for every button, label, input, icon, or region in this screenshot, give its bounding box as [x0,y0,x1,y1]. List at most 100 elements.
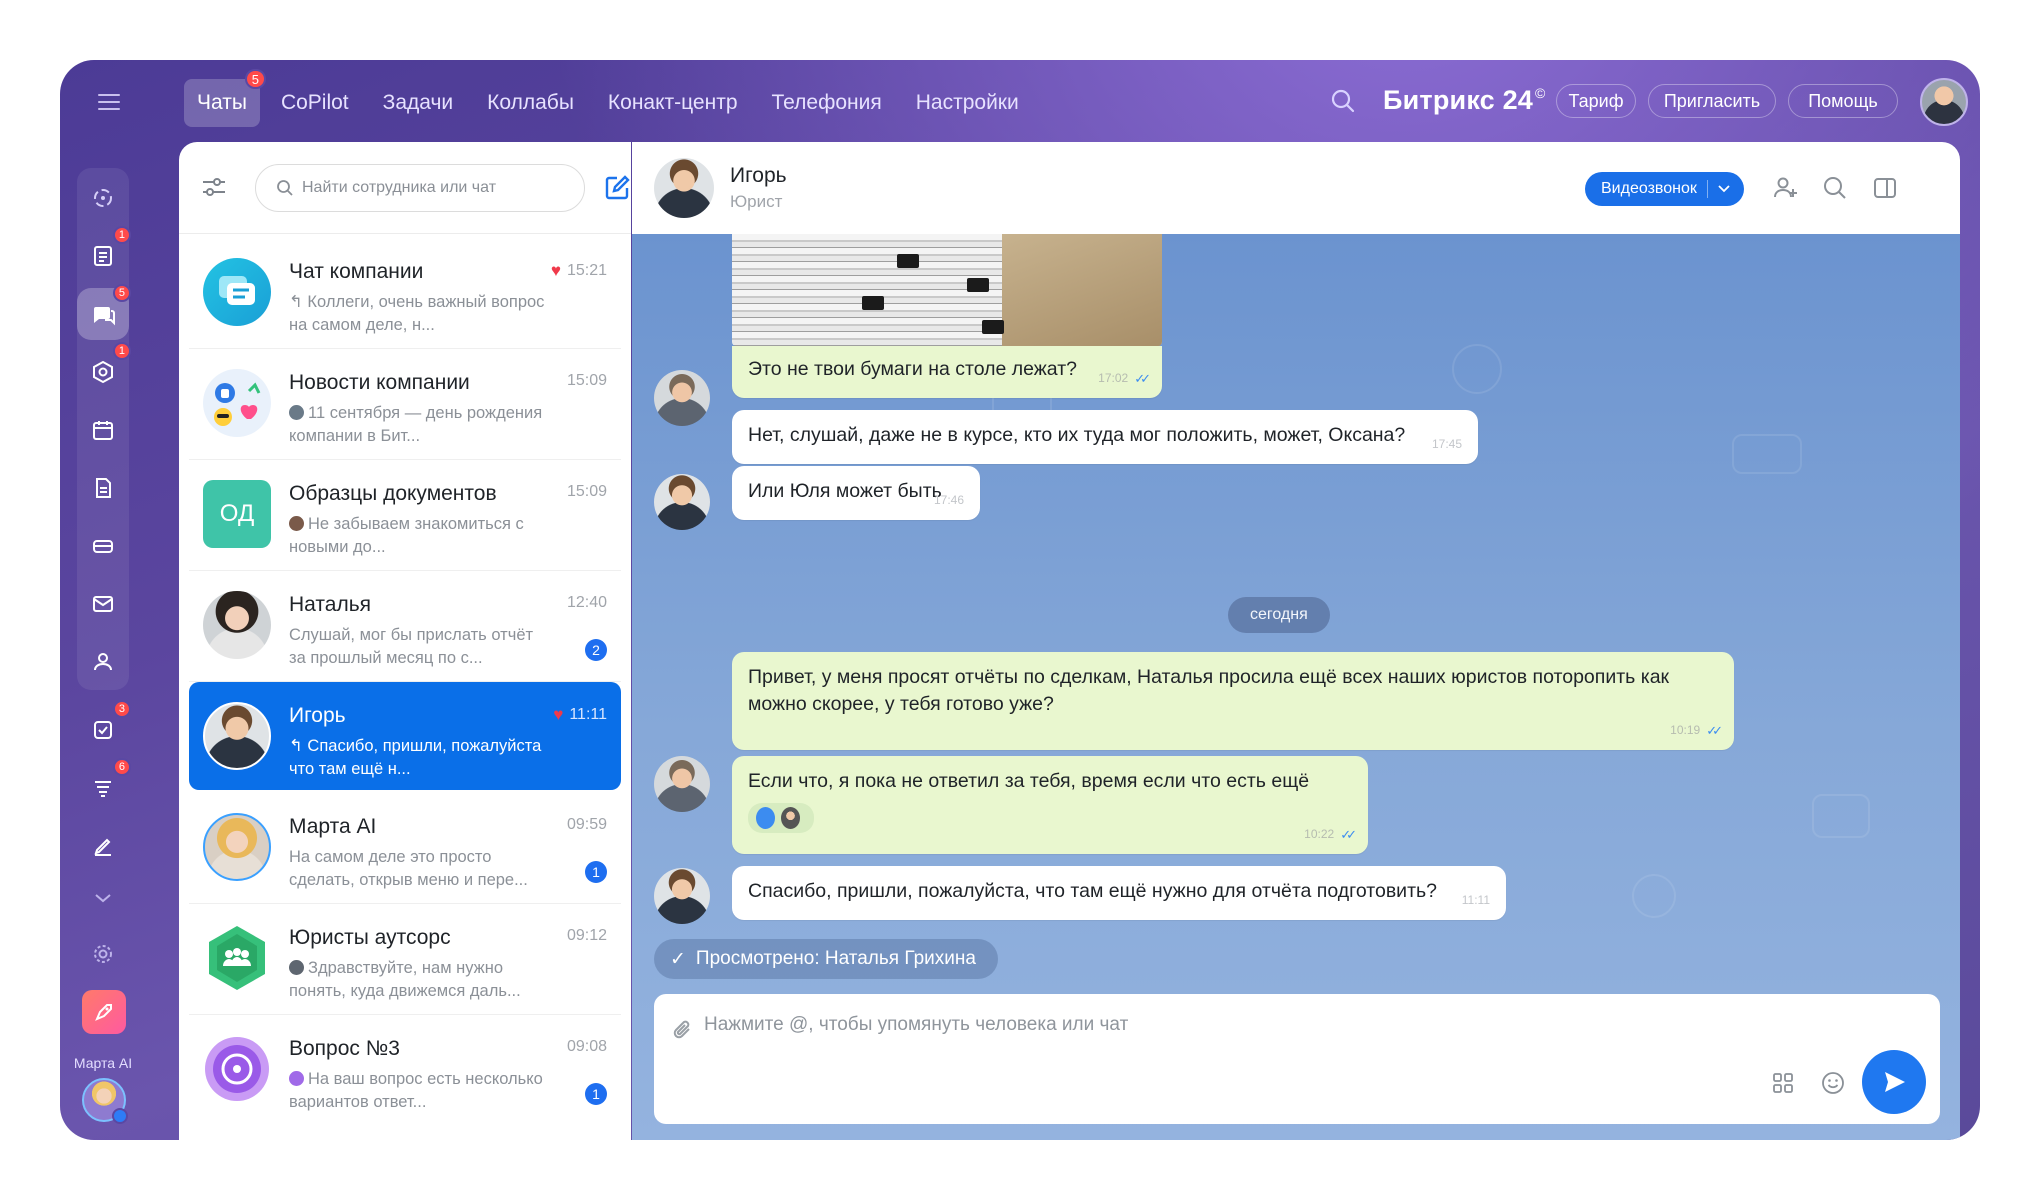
gear-icon[interactable] [77,928,129,980]
nav-contact-center[interactable]: Конакт-центр [595,79,751,127]
chat-preview-text: На самом деле это просто сделать, открыв… [289,848,528,889]
tasks-icon[interactable]: 3 [77,700,131,756]
search-input[interactable] [302,179,552,197]
nav-collabs-label: Коллабы [487,91,574,114]
seen-status[interactable]: ✓ Просмотрено: Наталья Грихина [654,939,998,979]
message-text: Спасибо, пришли, пожалуйста, что там ещё… [748,880,1438,902]
search-icon[interactable] [1330,88,1356,119]
nav-telephony[interactable]: Телефония [759,79,895,127]
chat-item-news[interactable]: Новости компании 15:09 11 сентября — ден… [189,349,621,460]
nav-tasks[interactable]: Задачи [370,79,467,127]
message-time: 17:46 [933,493,964,507]
sidebar-toggle-icon[interactable] [1872,175,1898,206]
message-bubble[interactable]: Привет, у меня просят отчёты по сделкам,… [732,652,1734,750]
chat-item-igor[interactable]: Игорь ♥ 11:11 ↰ Спасибо, пришли, пожалуйс… [189,682,621,790]
video-call-button[interactable]: Видеозвонок [1585,172,1744,206]
feed-icon[interactable]: 1 [77,226,131,282]
sender-avatar[interactable] [654,474,710,530]
contact-name[interactable]: Игорь [730,164,787,188]
natalia-avatar [203,591,271,659]
invite-button[interactable]: Пригласить [1648,84,1776,118]
chat-preview: Не забываем знакомиться с новыми до... [289,513,549,559]
chat-item-natalia[interactable]: Наталья 12:40 Слушай, мог бы прислать от… [189,571,621,682]
message-meta: 17:45 [1432,431,1462,458]
attach-icon[interactable] [672,1018,694,1047]
message-bubble[interactable]: Если что, я пока не ответил за тебя, вре… [732,756,1368,854]
chat-search-icon[interactable] [1822,175,1848,206]
photo-clip [897,254,919,268]
attached-photo[interactable] [732,234,1162,346]
collab-icon[interactable]: 1 [77,342,131,398]
chat-title: Новости компании [289,371,470,394]
reactions-bar[interactable] [748,803,814,833]
menu-icon[interactable] [98,94,120,110]
chat-item-company[interactable]: Чат компании ♥ 15:21 ↰ Коллеги, очень важ… [189,238,621,349]
chat-item-question[interactable]: Вопрос №3 09:08 На ваш вопрос есть неско… [189,1015,621,1123]
crm-icon[interactable]: 6 [77,758,131,814]
emoji-icon[interactable] [1820,1070,1846,1101]
rocket-icon[interactable] [82,990,126,1034]
feed-badge: 1 [112,226,131,244]
sender-avatar [289,516,304,531]
invite-label: Пригласить [1663,90,1761,111]
company-chat-avatar [203,258,271,326]
nav-collabs[interactable]: Коллабы [474,79,587,127]
calendar-icon[interactable] [77,404,129,456]
chat-time: 09:12 [567,927,607,945]
compose-icon[interactable] [603,174,631,207]
chat-item-lawyers[interactable]: Юристы аутсорс 09:12 Здравствуйте, нам н… [189,904,621,1015]
chat-item-documents[interactable]: ОД Образцы документов 15:09 Не забываем … [189,460,621,571]
search-box[interactable] [255,164,585,212]
question-chat-avatar [203,1035,271,1103]
send-icon [1885,1072,1905,1092]
sender-avatar[interactable] [654,370,710,426]
tariff-button[interactable]: Тариф [1556,84,1636,118]
copilot-icon[interactable] [77,172,129,224]
photo-clip [967,278,989,292]
chevron-down-icon[interactable] [1718,185,1730,193]
help-button[interactable]: Помощь [1788,84,1898,118]
documents-icon[interactable] [77,462,129,514]
user-avatar[interactable] [1920,78,1968,126]
sender-avatar[interactable] [654,868,710,924]
photo-clip [982,320,1004,334]
sign-icon[interactable] [77,820,129,872]
chat-preview: ↰ Спасибо, пришли, пожалуйста что там ещ… [289,735,549,781]
message-meta: 17:46 [934,487,964,514]
message-bubble[interactable]: Спасибо, пришли, пожалуйста, что там ещё… [732,866,1506,920]
drive-icon[interactable] [77,520,129,572]
message-input[interactable] [704,1014,1804,1054]
nav-settings-label: Настройки [915,91,1019,114]
nav-settings[interactable]: Настройки [903,79,1032,127]
sender-avatar [289,1071,304,1086]
message-bubble[interactable]: Это не твои бумаги на столе лежат? 17:02… [732,346,1162,398]
marta-avatar[interactable] [82,1078,128,1124]
chat-title: Юристы аутсорс [289,926,451,949]
nav-chats[interactable]: Чаты 5 [184,69,266,127]
search-icon [277,180,293,196]
add-user-icon[interactable] [1772,175,1798,206]
heart-icon: ♥ [553,705,564,724]
mail-icon[interactable] [77,578,129,630]
message-feed[interactable]: Это не твои бумаги на столе лежат? 17:02… [632,234,1960,1140]
apps-grid-icon[interactable] [1772,1072,1794,1099]
chat-preview: Здравствуйте, нам нужно понять, куда дви… [289,957,549,1003]
sender-avatar[interactable] [654,756,710,812]
filter-icon[interactable] [201,176,227,203]
message-bubble[interactable]: Нет, слушай, даже не в курсе, кто их туд… [732,410,1478,464]
chat-item-marta[interactable]: Марта AI 09:59 На самом деле это просто … [189,793,621,904]
chat-time-value: 15:09 [566,372,607,389]
message-meta: 11:11 [1462,887,1490,914]
message-bubble[interactable]: Или Юля может быть 17:46 [732,466,980,520]
double-check-icon: ✓✓ [1706,723,1723,738]
chat-time-value: 09:12 [566,927,607,944]
double-check-icon: ✓✓ [1340,827,1357,842]
chat-preview: На ваш вопрос есть несколько вариантов о… [289,1068,549,1114]
groups-icon[interactable] [77,636,129,688]
chats-icon[interactable]: 5 [77,284,131,340]
chevron-down-icon[interactable] [77,878,129,918]
brand-mark: © [1535,85,1546,101]
send-button[interactable] [1862,1050,1926,1114]
nav-copilot[interactable]: CoPilot [268,79,362,127]
contact-avatar[interactable] [654,158,714,218]
